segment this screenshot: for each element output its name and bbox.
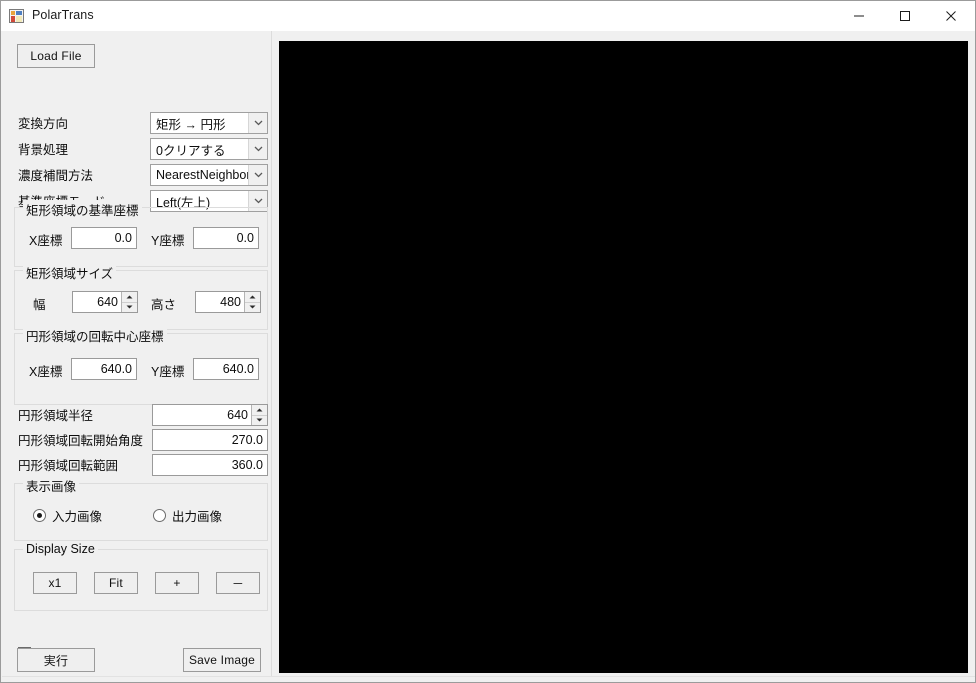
display-image-title: 表示画像: [23, 476, 80, 495]
display-size-zoom-out-button[interactable]: －: [216, 572, 260, 594]
setting-label-0: 変換方向: [18, 117, 69, 131]
setting-combo-2[interactable]: NearestNeighbor: [150, 164, 268, 186]
radio-input-image[interactable]: 入力画像: [33, 506, 102, 525]
circle-center-title: 円形領域の回転中心座標: [23, 326, 167, 345]
rect-origin-title: 矩形領域の基準座標: [23, 200, 142, 219]
control-panel: Load File 変換方向 矩形 → 円形 背景処理 0クリアする 濃度補間方…: [2, 31, 272, 682]
setting-value-1: 0クリアする: [156, 143, 226, 158]
rect-size-width-label: 幅: [33, 298, 46, 312]
image-preview-canvas[interactable]: [279, 41, 968, 673]
radio-output-image[interactable]: 出力画像: [153, 506, 222, 525]
minimize-icon[interactable]: [836, 1, 882, 31]
rect-size-height-label: 高さ: [151, 298, 177, 312]
radio-selected-icon: [33, 509, 46, 522]
circle-range-label: 円形領域回転範囲: [18, 459, 119, 473]
title-bar: PolarTrans: [1, 1, 975, 31]
rect-size-height-value: 480: [220, 295, 241, 309]
stepper-up-icon[interactable]: [245, 292, 260, 303]
radio-output-image-label: 出力画像: [172, 510, 223, 524]
stepper-buttons[interactable]: [251, 405, 267, 425]
radio-input-image-label: 入力画像: [52, 510, 103, 524]
rect-size-group: 矩形領域サイズ 幅 640 高さ 480: [14, 263, 268, 330]
setting-label-1: 背景処理: [18, 143, 69, 157]
display-size-title: Display Size: [23, 542, 98, 556]
rect-size-title: 矩形領域サイズ: [23, 263, 117, 282]
display-size-fit-button[interactable]: Fit: [94, 572, 138, 594]
stepper-down-icon[interactable]: [245, 303, 260, 313]
window-title: PolarTrans: [32, 8, 94, 22]
circle-center-x-label: X座標: [29, 365, 63, 379]
circle-center-group: 円形領域の回転中心座標 X座標 640.0 Y座標 640.0: [14, 326, 268, 405]
rect-size-width-stepper[interactable]: 640: [72, 291, 138, 313]
stepper-down-icon[interactable]: [252, 416, 267, 426]
load-file-button[interactable]: Load File: [17, 44, 95, 68]
circle-radius-value: 640: [227, 408, 248, 422]
display-size-group: Display Size x1 Fit + －: [14, 542, 268, 611]
app-form-icon: [9, 9, 24, 23]
chevron-down-icon: [248, 113, 267, 133]
maximize-icon[interactable]: [882, 1, 928, 31]
display-image-group: 表示画像 入力画像 出力画像: [14, 476, 268, 541]
display-size-zoom-in-button[interactable]: +: [155, 572, 199, 594]
rect-origin-group: 矩形領域の基準座標 X座標 0.0 Y座標 0.0: [14, 200, 268, 267]
rect-origin-x-label: X座標: [29, 234, 63, 248]
circle-start-angle-label: 円形領域回転開始角度: [18, 434, 144, 448]
stepper-buttons[interactable]: [121, 292, 137, 312]
rect-origin-y-label: Y座標: [151, 234, 185, 248]
circle-center-x-input[interactable]: 640.0: [71, 358, 137, 380]
stepper-down-icon[interactable]: [122, 303, 137, 313]
setting-label-2: 濃度補間方法: [18, 169, 94, 183]
rect-origin-x-input[interactable]: 0.0: [71, 227, 137, 249]
display-size-x1-button[interactable]: x1: [33, 572, 77, 594]
run-button[interactable]: 実行: [17, 648, 95, 672]
close-icon[interactable]: [928, 1, 974, 31]
setting-value-0: 矩形 → 円形: [156, 117, 226, 132]
status-bar: [2, 676, 975, 682]
chevron-down-icon: [248, 139, 267, 159]
radio-unselected-icon: [153, 509, 166, 522]
setting-value-2: NearestNeighbor: [156, 168, 248, 182]
rect-origin-y-input[interactable]: 0.0: [193, 227, 259, 249]
rect-size-height-stepper[interactable]: 480: [195, 291, 261, 313]
chevron-down-icon: [248, 165, 267, 185]
circle-range-input[interactable]: 360.0: [152, 454, 268, 476]
circle-center-y-label: Y座標: [151, 365, 185, 379]
circle-radius-stepper[interactable]: 640: [152, 404, 268, 426]
setting-combo-0[interactable]: 矩形 → 円形: [150, 112, 268, 134]
stepper-buttons[interactable]: [244, 292, 260, 312]
circle-center-y-input[interactable]: 640.0: [193, 358, 259, 380]
save-image-button[interactable]: Save Image: [183, 648, 261, 672]
stepper-up-icon[interactable]: [122, 292, 137, 303]
stepper-up-icon[interactable]: [252, 405, 267, 416]
rect-size-width-value: 640: [97, 295, 118, 309]
circle-start-angle-input[interactable]: 270.0: [152, 429, 268, 451]
circle-radius-label: 円形領域半径: [18, 409, 94, 423]
setting-combo-1[interactable]: 0クリアする: [150, 138, 268, 160]
polartrans-window: PolarTrans Load File 変換方向 矩形 → 円形 背景処理 0…: [0, 0, 976, 683]
